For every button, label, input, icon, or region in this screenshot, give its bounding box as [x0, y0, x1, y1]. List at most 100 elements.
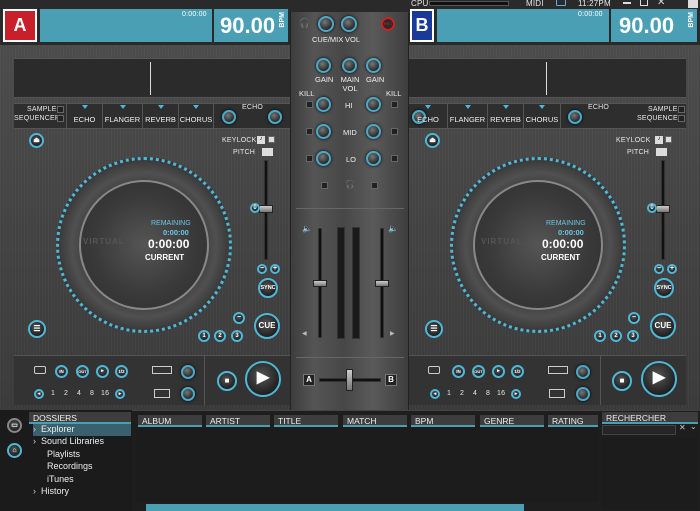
deck-a-vinyl-icon[interactable]	[154, 389, 170, 398]
config-icon[interactable]	[688, 0, 698, 8]
deck-a-pitch-mode-icon[interactable]	[262, 148, 273, 156]
tree-item-sound-libraries[interactable]: › Sound Libraries	[33, 436, 131, 449]
eq-a-lo-knob[interactable]	[316, 151, 331, 166]
deck-a-loop-size-4[interactable]: 4	[77, 390, 81, 397]
deck-a-hotcue-1[interactable]: 1	[198, 330, 210, 342]
deck-b-play-button[interactable]: ▶	[641, 361, 677, 397]
deck-a-pitch-reset[interactable]: 0	[250, 203, 260, 213]
deck-a-sync-button[interactable]: SYNC	[258, 278, 278, 298]
close-icon[interactable]: ✕	[657, 0, 665, 8]
search-input[interactable]	[602, 425, 676, 435]
gain-a-knob[interactable]	[316, 58, 331, 73]
deck-a-loop-size-8[interactable]: 8	[90, 390, 94, 397]
deck-a-loop-size-1[interactable]: 1	[51, 390, 55, 397]
crossfader[interactable]	[346, 369, 353, 391]
deck-a-sampler-toggle[interactable]	[57, 106, 64, 113]
deck-b-list-button[interactable]: ☰	[425, 320, 443, 338]
tree-item-itunes[interactable]: iTunes	[33, 474, 131, 487]
deck-b-loop-size-16[interactable]: 16	[497, 390, 505, 397]
deck-a-fx-knob-1[interactable]	[222, 110, 236, 124]
deck-b-eject-button[interactable]: ⏏	[425, 133, 440, 148]
eq-b-hi-knob[interactable]	[366, 97, 381, 112]
deck-a-vinyl-knob[interactable]	[181, 387, 195, 401]
deck-b-hotcue-3[interactable]: 3	[627, 330, 639, 342]
deck-b-loop-half[interactable]: 1/2	[511, 365, 524, 378]
main-vol-knob[interactable]	[342, 58, 357, 73]
deck-a-loop-in[interactable]: IN	[55, 365, 68, 378]
tree-item-history[interactable]: › History	[33, 486, 131, 499]
deck-b-loop-length[interactable]: ▸	[492, 365, 505, 378]
deck-a-waveform[interactable]	[14, 58, 290, 98]
eq-a-hi-knob[interactable]	[316, 97, 331, 112]
volume-a-fader[interactable]	[313, 280, 327, 287]
deck-b-pitch-reset[interactable]: 0	[647, 203, 657, 213]
deck-a-pitch-plus[interactable]: +	[270, 264, 280, 274]
gain-b-knob[interactable]	[366, 58, 381, 73]
deck-b-vinyl-icon[interactable]	[549, 389, 565, 398]
deck-a-list-button[interactable]: ☰	[28, 320, 46, 338]
deck-b-pitch-mode-icon[interactable]	[656, 148, 667, 156]
deck-a-slip-knob[interactable]	[181, 365, 195, 379]
deck-b-loop-in[interactable]: IN	[452, 365, 465, 378]
deck-b-sync-button[interactable]: SYNC	[654, 278, 674, 298]
record-button[interactable]: REC	[381, 17, 395, 31]
deck-a-play-button[interactable]: ▶	[245, 361, 281, 397]
deck-a-loop-out[interactable]: OUT	[76, 365, 89, 378]
search-clear-icon[interactable]: ✕	[679, 423, 686, 432]
deck-b-waveform[interactable]	[409, 58, 686, 98]
pfl-b-toggle[interactable]	[371, 182, 378, 189]
minimize-icon[interactable]	[623, 2, 631, 4]
col-album[interactable]: ALBUM	[138, 415, 202, 427]
kill-a-mid[interactable]	[306, 128, 313, 135]
deck-b-loop-next[interactable]: ▸	[511, 389, 521, 399]
deck-b-vinyl-knob[interactable]	[576, 387, 590, 401]
deck-a-stop-button[interactable]: ■	[217, 371, 237, 391]
deck-b-cue-button[interactable]: CUE	[650, 313, 676, 339]
deck-a-loop-next[interactable]: ▸	[115, 389, 125, 399]
deck-b-loop-icon[interactable]	[428, 366, 440, 374]
deck-b-loop-prev[interactable]: ◂	[430, 389, 440, 399]
eq-b-lo-knob[interactable]	[366, 151, 381, 166]
deck-a-sequencer-toggle[interactable]	[57, 115, 64, 122]
deck-a-loop-size-16[interactable]: 16	[101, 390, 109, 397]
col-match[interactable]: MATCH	[343, 415, 407, 427]
eq-b-mid-knob[interactable]	[366, 124, 381, 139]
cue-mix-knob[interactable]	[318, 16, 334, 32]
deck-a-eject-button[interactable]: ⏏	[29, 133, 44, 148]
deck-b-sampler-toggle[interactable]	[678, 106, 685, 113]
deck-a-cue-button[interactable]: CUE	[254, 313, 280, 339]
deck-b-slip-knob[interactable]	[576, 365, 590, 379]
maximize-icon[interactable]	[640, 0, 648, 6]
deck-b-loop-out[interactable]: OUT	[472, 365, 485, 378]
track-list[interactable]	[136, 428, 598, 502]
deck-a-loop-length[interactable]: ▸	[96, 365, 109, 378]
deck-b-fx-flanger[interactable]: FLANGER	[447, 103, 487, 129]
deck-a-keylock-toggle[interactable]	[268, 136, 275, 143]
deck-b-loop-size-1[interactable]: 1	[447, 390, 451, 397]
deck-b-stop-button[interactable]: ■	[612, 371, 632, 391]
deck-b-fx-knob-2[interactable]	[568, 110, 582, 124]
deck-b-pitch-plus[interactable]: +	[667, 264, 677, 274]
deck-a-fx-knob-2[interactable]	[268, 110, 282, 124]
deck-b-loop-size-8[interactable]: 8	[486, 390, 490, 397]
tree-item-explorer[interactable]: › Explorer	[33, 424, 131, 436]
deck-a-hotcue-delete[interactable]: −	[233, 312, 245, 324]
deck-b-hotcue-1[interactable]: 1	[594, 330, 606, 342]
deck-b-fx-reverb[interactable]: REVERB	[487, 103, 523, 129]
volume-b-fader[interactable]	[375, 280, 389, 287]
col-bpm[interactable]: BPM	[411, 415, 475, 427]
search-options-icon[interactable]: ⌄	[690, 422, 697, 431]
master-vol-knob[interactable]	[341, 16, 357, 32]
deck-a-keylock-icon[interactable]: ♪	[257, 136, 265, 144]
deck-b-pitch-minus[interactable]: −	[654, 264, 664, 274]
kill-b-mid[interactable]	[391, 128, 398, 135]
deck-a-loop-half[interactable]: 1/2	[115, 365, 128, 378]
deck-b-hotcue-delete[interactable]: −	[628, 312, 640, 324]
eq-a-mid-knob[interactable]	[316, 124, 331, 139]
col-genre[interactable]: GENRE	[480, 415, 544, 427]
deck-a-pitch-minus[interactable]: −	[257, 264, 267, 274]
deck-b-slip-icon[interactable]	[548, 366, 568, 374]
deck-b-fx-chorus[interactable]: CHORUS	[523, 103, 561, 129]
deck-b-keylock-toggle[interactable]	[665, 136, 672, 143]
deck-b-loop-size-4[interactable]: 4	[473, 390, 477, 397]
